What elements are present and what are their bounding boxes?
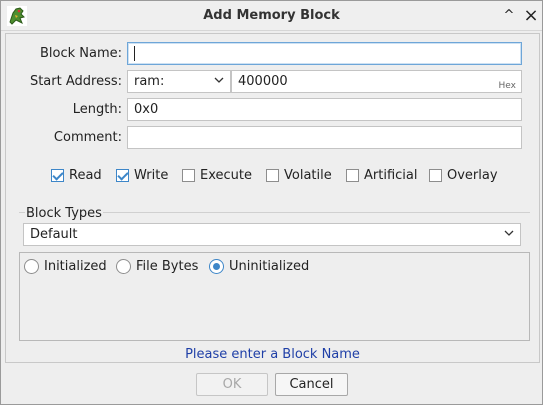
checkbox-box — [51, 168, 64, 182]
read-checkbox[interactable]: Read — [51, 165, 102, 185]
status-message: Please enter a Block Name — [185, 347, 360, 362]
title-bar[interactable]: Add Memory Block ^ × — [1, 1, 542, 31]
file-bytes-radio[interactable]: File Bytes — [116, 257, 198, 275]
address-space-dropdown[interactable]: ram: — [127, 70, 231, 93]
form-panel: Block Name: Start Address: ram: 400000 H… — [5, 33, 540, 363]
uninitialized-radio[interactable]: Uninitialized — [209, 257, 309, 275]
execute-checkbox[interactable]: Execute — [182, 165, 252, 185]
permissions-row: Read Write Execute Volatile Artificial O… — [6, 165, 541, 185]
ok-button[interactable]: OK — [196, 373, 268, 396]
block-type-dropdown[interactable]: Default — [23, 223, 521, 246]
start-address-label: Start Address: — [29, 74, 122, 89]
write-checkbox[interactable]: Write — [116, 165, 168, 185]
checkbox-label: Overlay — [447, 167, 498, 183]
checkbox-label: Execute — [200, 167, 252, 183]
close-button[interactable]: × — [522, 7, 540, 25]
checkbox-box — [116, 168, 129, 182]
block-type-value: Default — [30, 227, 78, 242]
help-button[interactable]: ^ — [500, 7, 518, 25]
initialization-options: Initialized File Bytes Uninitialized — [19, 252, 530, 341]
radio-circle — [209, 258, 224, 274]
radio-label: Uninitialized — [229, 258, 310, 274]
address-space-value: ram: — [134, 74, 165, 89]
radio-label: File Bytes — [136, 258, 199, 274]
address-value: 400000 — [238, 74, 288, 89]
block-name-input[interactable] — [127, 42, 522, 65]
overlay-checkbox[interactable]: Overlay — [429, 165, 498, 185]
text-caret — [134, 46, 135, 61]
checkbox-box — [266, 168, 279, 182]
comment-label: Comment: — [53, 130, 122, 145]
volatile-checkbox[interactable]: Volatile — [266, 165, 332, 185]
address-input[interactable]: 400000 Hex — [231, 70, 522, 93]
add-memory-block-dialog: Add Memory Block ^ × Block Name: Start A… — [0, 0, 543, 405]
checkbox-box — [429, 168, 442, 182]
length-value: 0x0 — [134, 102, 159, 117]
length-input[interactable]: 0x0 — [127, 98, 522, 121]
length-label: Length: — [72, 102, 122, 117]
checkbox-label: Volatile — [284, 167, 332, 183]
initialized-radio[interactable]: Initialized — [24, 257, 107, 275]
checkbox-label: Artificial — [364, 167, 418, 183]
block-types-title: Block Types — [25, 206, 103, 221]
comment-input[interactable] — [127, 126, 522, 149]
block-name-label: Block Name: — [39, 46, 122, 61]
chevron-down-icon — [504, 230, 514, 236]
checkbox-label: Read — [69, 167, 102, 183]
dialog-title: Add Memory Block — [203, 8, 340, 23]
chevron-down-icon — [214, 77, 224, 83]
radio-label: Initialized — [44, 258, 107, 274]
radio-circle — [24, 258, 39, 274]
cancel-button[interactable]: Cancel — [275, 373, 348, 396]
hex-suffix-label: Hex — [498, 81, 516, 91]
radio-circle — [116, 258, 131, 274]
checkbox-label: Write — [134, 167, 169, 183]
artificial-checkbox[interactable]: Artificial — [346, 165, 417, 185]
checkbox-box — [346, 168, 359, 182]
checkbox-box — [182, 168, 195, 182]
